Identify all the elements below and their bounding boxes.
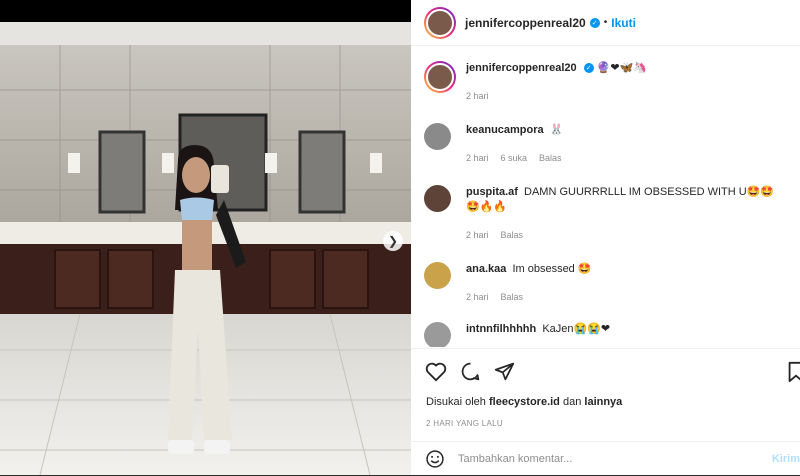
- likes-summary: Disukai oleh fleecystore.id dan lainnya: [426, 396, 622, 408]
- next-photo-button[interactable]: ❯: [383, 231, 403, 251]
- list-item: intnnfilhhhhh KaJen😭😭❤: [424, 322, 786, 347]
- emoji-icon[interactable]: [425, 449, 445, 469]
- share-icon[interactable]: [494, 361, 515, 382]
- comment-username[interactable]: ana.kaa: [466, 263, 506, 275]
- add-comment-bar: Kirim: [411, 441, 800, 476]
- comment-time[interactable]: 2 hari: [466, 292, 489, 302]
- caption: jennifercoppenreal20 ✓ 🔮❤🦋🦄 2 hari: [424, 61, 786, 101]
- comment-text: Im obsessed 🤩: [512, 263, 592, 275]
- reply-button[interactable]: Balas: [501, 230, 524, 240]
- liked-prefix: Disukai oleh: [426, 396, 486, 408]
- verified-icon: ✓: [583, 63, 594, 74]
- caption-time[interactable]: 2 hari: [466, 91, 489, 101]
- post-header: jennifercoppenreal20 ✓ • Ikuti: [411, 0, 800, 46]
- post-modal: ❯ jennifercoppenreal20 ✓ • Ikuti jennife…: [0, 0, 800, 475]
- post-photo[interactable]: ❯: [0, 0, 411, 475]
- caption-username[interactable]: jennifercoppenreal20: [466, 62, 577, 74]
- comment-icon[interactable]: [460, 361, 481, 382]
- list-item: ana.kaa Im obsessed 🤩 2 hari Balas: [424, 262, 786, 302]
- comment-username[interactable]: keanucampora: [466, 124, 544, 136]
- caption-text: 🔮❤🦋🦄: [596, 62, 648, 74]
- comment-time[interactable]: 2 hari: [466, 230, 489, 240]
- separator-dot: •: [603, 17, 608, 28]
- liked-user-link[interactable]: fleecystore.id: [489, 396, 560, 408]
- comment-username[interactable]: intnnfilhhhhh: [466, 323, 536, 335]
- follow-button[interactable]: Ikuti: [611, 16, 636, 30]
- comment-time[interactable]: 2 hari: [466, 153, 489, 163]
- reply-button[interactable]: Balas: [539, 153, 562, 163]
- post-actions: Disukai oleh fleecystore.id dan lainnya …: [411, 348, 800, 475]
- comment-username[interactable]: puspita.af: [466, 186, 518, 198]
- reply-button[interactable]: Balas: [501, 292, 524, 302]
- verified-icon: ✓: [589, 17, 600, 28]
- comment-likes[interactable]: 6 suka: [501, 153, 528, 163]
- comment-input[interactable]: [458, 453, 758, 465]
- avatar[interactable]: [424, 322, 451, 347]
- post-username[interactable]: jennifercoppenreal20: [465, 16, 586, 30]
- list-item: puspita.af DAMN GUURRRLLL IM OBSESSED WI…: [424, 185, 786, 240]
- heart-icon[interactable]: [425, 362, 447, 382]
- post-comment-button[interactable]: Kirim: [772, 453, 800, 465]
- bookmark-icon[interactable]: [786, 361, 800, 383]
- avatar[interactable]: [424, 262, 451, 289]
- list-item: keanucampora 🐰 2 hari 6 suka Balas: [424, 123, 786, 163]
- avatar[interactable]: [424, 185, 451, 212]
- avatar[interactable]: [424, 6, 456, 39]
- comment-text: KaJen😭😭❤: [542, 323, 611, 335]
- post-panel: jennifercoppenreal20 ✓ • Ikuti jenniferc…: [411, 0, 800, 475]
- chevron-right-icon: ❯: [387, 234, 399, 248]
- avatar[interactable]: [424, 123, 451, 150]
- comment-text: 🐰: [549, 124, 564, 136]
- post-timestamp[interactable]: 2 HARI YANG LALU: [426, 419, 503, 428]
- photo-illustration: [0, 0, 411, 475]
- comments-list[interactable]: jennifercoppenreal20 ✓ 🔮❤🦋🦄 2 hari keanuc…: [411, 47, 800, 347]
- liked-and: dan: [562, 396, 582, 408]
- liked-others-link[interactable]: lainnya: [584, 396, 622, 408]
- caption-avatar[interactable]: [424, 61, 456, 93]
